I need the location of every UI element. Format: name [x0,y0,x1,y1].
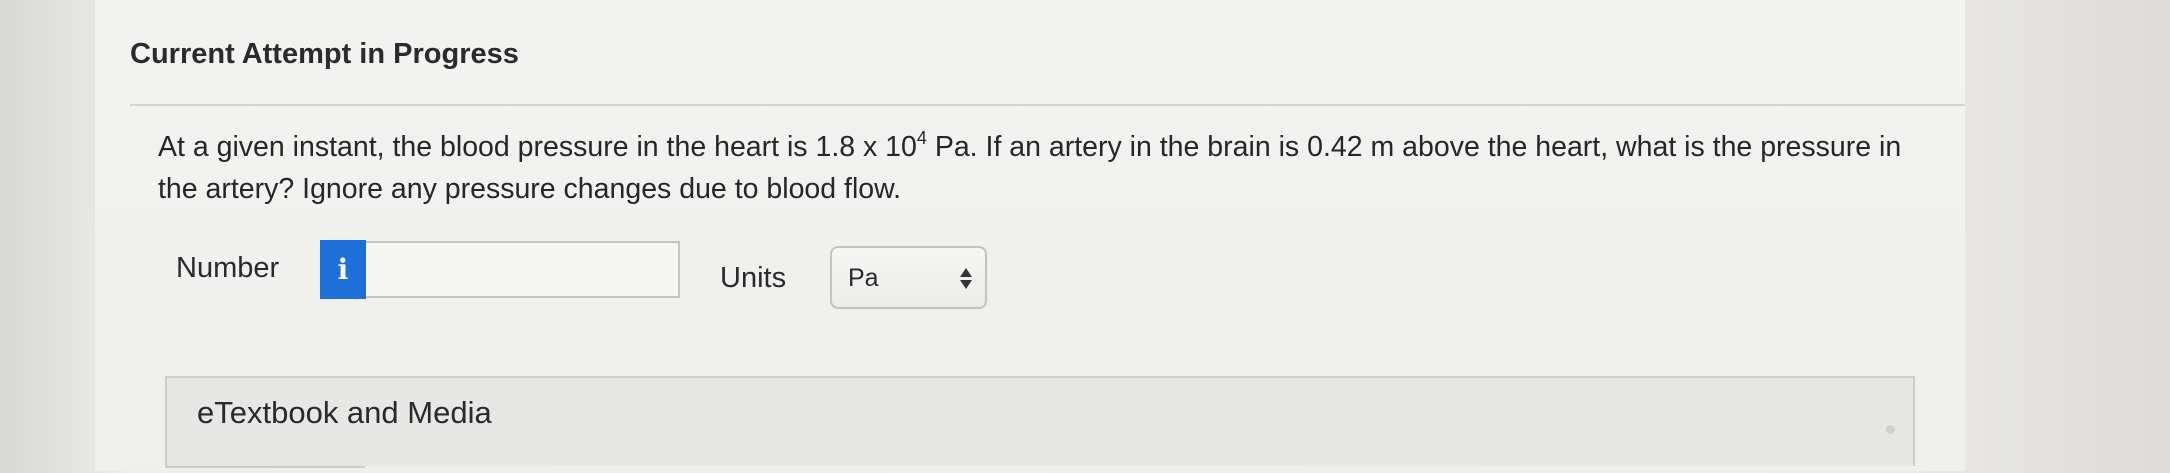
next-section-edge [165,466,365,473]
number-input[interactable] [366,241,680,298]
question-text-part1: At a given instant, the blood pressure i… [158,131,917,163]
units-select[interactable]: Pa [830,246,987,309]
etextbook-label: eTextbook and Media [197,395,492,430]
info-icon: i [337,253,349,286]
question-text: At a given instant, the blood pressure i… [158,126,1948,210]
units-label: Units [720,262,787,294]
select-arrows-icon [959,262,973,294]
info-button[interactable]: i [320,240,366,299]
etextbook-and-media-toggle[interactable]: eTextbook and Media [165,376,1915,466]
number-label: Number [176,252,280,284]
attempt-title: Current Attempt in Progress [130,38,519,70]
toggle-dot-icon [1886,425,1895,434]
question-exponent: 4 [916,128,927,148]
units-selected-value: Pa [848,264,879,292]
title-divider [130,104,1965,106]
